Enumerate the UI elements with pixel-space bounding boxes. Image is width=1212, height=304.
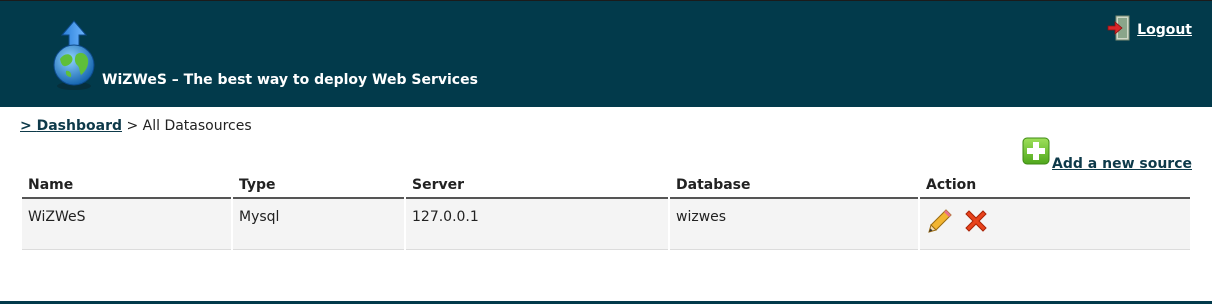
breadcrumb-prefix: > — [20, 118, 37, 134]
logout-door-icon — [1107, 15, 1131, 45]
table-row: WiZWeS Mysql 127.0.0.1 wizwes — [22, 199, 1190, 250]
column-header-server: Server — [406, 173, 668, 199]
breadcrumb-dashboard-link[interactable]: > Dashboard — [20, 118, 122, 134]
logout-link[interactable]: Logout — [1107, 15, 1192, 45]
cell-server: 127.0.0.1 — [406, 199, 668, 250]
header: WiZWeS – The best way to deploy Web Serv… — [0, 0, 1212, 107]
breadcrumb-dashboard-label: Dashboard — [36, 118, 122, 134]
breadcrumb-current: All Datasources — [142, 118, 252, 134]
cell-name: WiZWeS — [22, 199, 231, 250]
app-title: WiZWeS – The best way to deploy Web Serv… — [102, 72, 478, 88]
cell-type: Mysql — [233, 199, 404, 250]
cell-action — [920, 199, 1190, 250]
green-plus-icon — [1022, 137, 1050, 169]
column-header-type: Type — [233, 173, 404, 199]
edit-pencil-icon[interactable] — [926, 207, 954, 239]
delete-x-icon[interactable] — [962, 207, 990, 239]
datasources-table: Name Type Server Database Action WiZWeS … — [20, 173, 1192, 250]
add-source-link[interactable]: Add a new source — [1022, 137, 1192, 172]
breadcrumb-separator: > — [122, 118, 143, 134]
cell-database: wizwes — [670, 199, 918, 250]
column-header-database: Database — [670, 173, 918, 199]
table-header-row: Name Type Server Database Action — [22, 173, 1190, 199]
logout-label: Logout — [1137, 22, 1192, 38]
column-header-name: Name — [22, 173, 231, 199]
column-header-action: Action — [920, 173, 1190, 199]
add-source-label: Add a new source — [1052, 156, 1192, 172]
breadcrumb: > Dashboard > All Datasources — [20, 118, 252, 134]
globe-upload-logo-icon — [50, 19, 98, 91]
